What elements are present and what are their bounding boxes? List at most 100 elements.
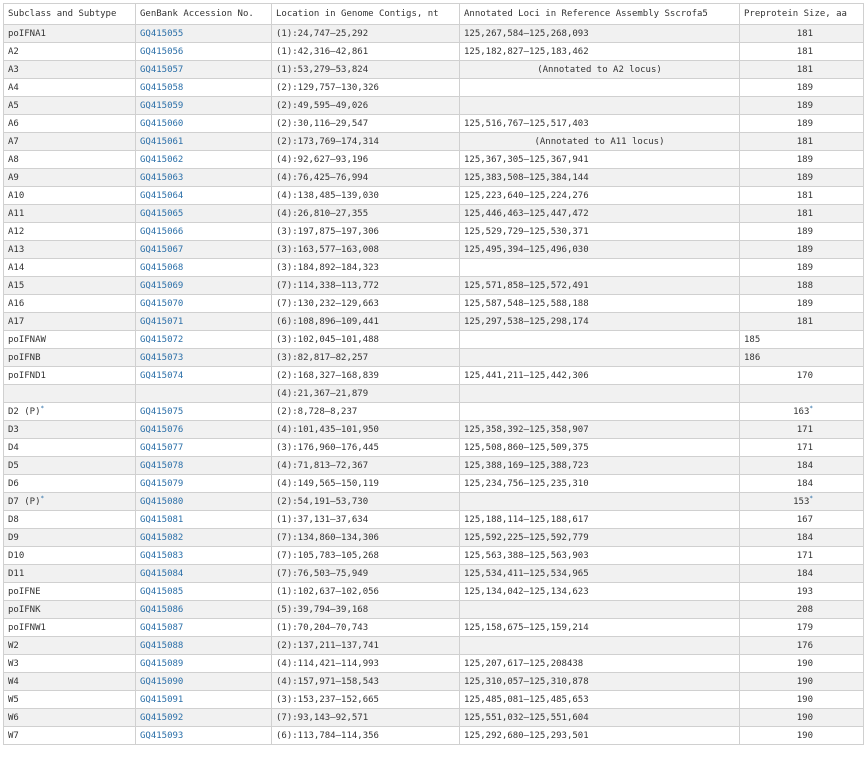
accession-link[interactable]: GQ415070 xyxy=(135,294,272,313)
accession-link[interactable]: GQ415061 xyxy=(135,132,272,151)
preprotein-size-value: 189 xyxy=(796,262,813,273)
preprotein-size-cell: 193 xyxy=(739,582,864,601)
annotated-loci-cell: 125,134,042–125,134,623 xyxy=(459,582,740,601)
accession-link[interactable]: GQ415069 xyxy=(135,276,272,295)
accession-link[interactable] xyxy=(135,384,272,403)
table-row: D7 (P)* GQ415080 (2):54,191–53,730 153* xyxy=(3,492,864,511)
subtype-cell: D8 xyxy=(3,510,136,529)
accession-link[interactable]: GQ415058 xyxy=(135,78,272,97)
accession-link[interactable]: GQ415083 xyxy=(135,546,272,565)
preprotein-size-value: 153 xyxy=(793,496,810,507)
preprotein-size-value: 181 xyxy=(796,64,813,75)
table-row: D3 GQ415076 (4):101,435–101,950 125,358,392… xyxy=(3,420,864,439)
header-accession: GenBank Accession No. xyxy=(135,3,272,25)
subtype-label: A15 xyxy=(8,280,25,291)
preprotein-size-cell: 171 xyxy=(739,546,864,565)
accession-link[interactable]: GQ415086 xyxy=(135,600,272,619)
accession-link[interactable]: GQ415073 xyxy=(135,348,272,367)
accession-link[interactable]: GQ415059 xyxy=(135,96,272,115)
accession-link[interactable]: GQ415078 xyxy=(135,456,272,475)
accession-link[interactable]: GQ415082 xyxy=(135,528,272,547)
subtype-cell: D3 xyxy=(3,420,136,439)
preprotein-size-cell: 190 xyxy=(739,690,864,709)
accession-link[interactable]: GQ415065 xyxy=(135,204,272,223)
accession-link[interactable]: GQ415077 xyxy=(135,438,272,457)
annotated-loci-cell: 125,358,392–125,358,907 xyxy=(459,420,740,439)
subtype-cell: W4 xyxy=(3,672,136,691)
subtype-cell: D11 xyxy=(3,564,136,583)
annotated-loci-cell: 125,292,680–125,293,501 xyxy=(459,726,740,745)
accession-link[interactable]: GQ415089 xyxy=(135,654,272,673)
location-cell: (3):184,892–184,323 xyxy=(271,258,460,277)
subtype-label: poIFNW1 xyxy=(8,622,46,633)
accession-link[interactable]: GQ415071 xyxy=(135,312,272,331)
preprotein-size-cell: 176 xyxy=(739,636,864,655)
preprotein-size-cell: 190 xyxy=(739,708,864,727)
accession-link[interactable]: GQ415067 xyxy=(135,240,272,259)
preprotein-size-value: 181 xyxy=(796,136,813,147)
subtype-cell: poIFNB xyxy=(3,348,136,367)
subtype-cell: poIFNW1 xyxy=(3,618,136,637)
annotated-loci-cell xyxy=(459,636,740,655)
subtype-cell: W7 xyxy=(3,726,136,745)
accession-link[interactable]: GQ415068 xyxy=(135,258,272,277)
preprotein-size-cell: 208 xyxy=(739,600,864,619)
subtype-label: D9 xyxy=(8,532,19,543)
table-row: A17 GQ415071 (6):108,896–109,441 125,297,53… xyxy=(3,312,864,331)
preprotein-size-cell: 184 xyxy=(739,564,864,583)
preprotein-size-cell: 189 xyxy=(739,258,864,277)
preprotein-size-value: 184 xyxy=(796,568,813,579)
preprotein-size-cell: 188 xyxy=(739,276,864,295)
subtype-label: W3 xyxy=(8,658,19,669)
accession-link[interactable]: GQ415090 xyxy=(135,672,272,691)
subtype-cell: A10 xyxy=(3,186,136,205)
accession-link[interactable]: GQ415081 xyxy=(135,510,272,529)
accession-link[interactable]: GQ415074 xyxy=(135,366,272,385)
accession-link[interactable]: GQ415080 xyxy=(135,492,272,511)
preprotein-size-cell: 190 xyxy=(739,726,864,745)
accession-link[interactable]: GQ415076 xyxy=(135,420,272,439)
table-container: Subclass and Subtype GenBank Accession N… xyxy=(0,0,866,745)
accession-link[interactable]: GQ415063 xyxy=(135,168,272,187)
table-row: A4 GQ415058 (2):129,757–130,326 189 xyxy=(3,78,864,97)
preprotein-size-value: 181 xyxy=(796,28,813,39)
location-cell: (3):153,237–152,665 xyxy=(271,690,460,709)
annotated-loci-cell: 125,388,169–125,388,723 xyxy=(459,456,740,475)
subtype-label: A2 xyxy=(8,46,19,57)
table-row: A2 GQ415056 (1):42,316–42,861 125,182,827–1… xyxy=(3,42,864,61)
subtype-cell: A11 xyxy=(3,204,136,223)
preprotein-size-value: 181 xyxy=(796,208,813,219)
accession-link[interactable]: GQ415057 xyxy=(135,60,272,79)
accession-link[interactable]: GQ415093 xyxy=(135,726,272,745)
preprotein-size-value: 181 xyxy=(796,316,813,327)
accession-link[interactable]: GQ415087 xyxy=(135,618,272,637)
location-cell: (3):176,960–176,445 xyxy=(271,438,460,457)
accession-link[interactable]: GQ415079 xyxy=(135,474,272,493)
accession-link[interactable]: GQ415092 xyxy=(135,708,272,727)
accession-link[interactable]: GQ415055 xyxy=(135,24,272,43)
accession-link[interactable]: GQ415060 xyxy=(135,114,272,133)
table-row: poIFNE GQ415085 (1):102,637–102,056 125,134… xyxy=(3,582,864,601)
preprotein-size-cell: 171 xyxy=(739,420,864,439)
subtype-label: poIFNE xyxy=(8,586,41,597)
accession-link[interactable]: GQ415062 xyxy=(135,150,272,169)
accession-link[interactable]: GQ415084 xyxy=(135,564,272,583)
accession-link[interactable]: GQ415091 xyxy=(135,690,272,709)
accession-link[interactable]: GQ415085 xyxy=(135,582,272,601)
accession-link[interactable]: GQ415075 xyxy=(135,402,272,421)
accession-link[interactable]: GQ415064 xyxy=(135,186,272,205)
subtype-cell: W6 xyxy=(3,708,136,727)
subtype-cell: A9 xyxy=(3,168,136,187)
preprotein-size-value: 184 xyxy=(796,532,813,543)
footnote-marker: * xyxy=(809,404,813,412)
subtype-label: D8 xyxy=(8,514,19,525)
accession-link[interactable]: GQ415072 xyxy=(135,330,272,349)
annotated-loci-cell: 125,571,858–125,572,491 xyxy=(459,276,740,295)
subtype-cell: D2 (P)* xyxy=(3,402,136,421)
annotated-loci-cell: 125,485,081–125,485,653 xyxy=(459,690,740,709)
accession-link[interactable]: GQ415066 xyxy=(135,222,272,241)
accession-link[interactable]: GQ415088 xyxy=(135,636,272,655)
subtype-label: poIFNB xyxy=(8,352,41,363)
accession-link[interactable]: GQ415056 xyxy=(135,42,272,61)
subtype-label: poIFNAW xyxy=(8,334,46,345)
